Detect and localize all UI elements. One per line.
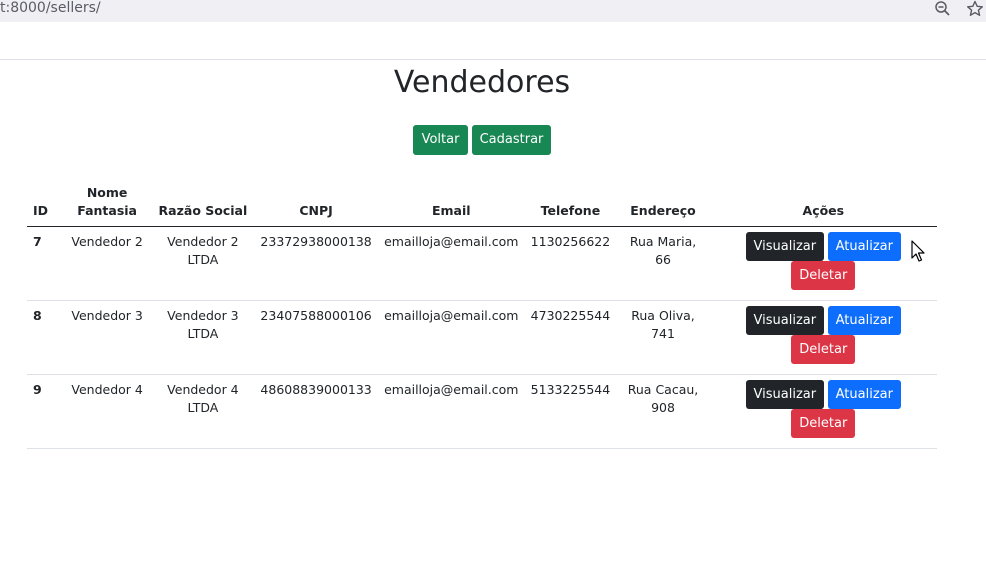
- cell-cnpj: 48608839000133: [254, 374, 379, 449]
- view-button[interactable]: Visualizar: [745, 380, 824, 409]
- cell-name: Vendedor 3: [62, 300, 152, 375]
- back-button[interactable]: Voltar: [413, 125, 468, 155]
- table-header-row: ID Nome Fantasia Razão Social CNPJ Email…: [27, 178, 937, 227]
- header-id: ID: [27, 178, 63, 227]
- delete-button[interactable]: Deletar: [791, 409, 856, 438]
- cell-id: 8: [27, 300, 63, 375]
- mouse-cursor-icon: [911, 240, 927, 264]
- update-button[interactable]: Atualizar: [827, 380, 901, 409]
- table-row: 7 Vendedor 2 Vendedor 2 LTDA 23372938000…: [27, 226, 937, 301]
- cell-razao: Vendedor 2 LTDA: [151, 226, 255, 301]
- cell-telefone: 5133225544: [524, 374, 617, 449]
- header-endereco: Endereço: [616, 178, 710, 227]
- cell-name: Vendedor 2: [62, 226, 152, 301]
- view-button[interactable]: Visualizar: [745, 232, 824, 261]
- url-text[interactable]: t:8000/sellers/: [0, 0, 101, 22]
- header-acoes: Ações: [709, 178, 937, 227]
- cell-razao: Vendedor 4 LTDA: [151, 374, 255, 449]
- cell-telefone: 1130256622: [524, 226, 617, 301]
- create-seller-button[interactable]: Cadastrar: [472, 125, 551, 155]
- star-icon[interactable]: [966, 0, 984, 18]
- update-button[interactable]: Atualizar: [827, 306, 901, 335]
- row-actions: Visualizar Atualizar Deletar: [716, 232, 931, 290]
- delete-button[interactable]: Deletar: [791, 261, 856, 290]
- page-title: Vendedores: [393, 65, 571, 100]
- top-button-group: Voltar Cadastrar: [0, 125, 964, 155]
- top-navbar: [0, 22, 986, 60]
- table-row: 8 Vendedor 3 Vendedor 3 LTDA 23407588000…: [27, 300, 937, 375]
- browser-url-bar[interactable]: t:8000/sellers/: [0, 0, 986, 22]
- cell-endereco: Rua Oliva, 741: [616, 300, 710, 375]
- table-row: 9 Vendedor 4 Vendedor 4 LTDA 48608839000…: [27, 374, 937, 449]
- cell-actions: Visualizar Atualizar Deletar: [709, 226, 937, 301]
- cell-email: emailloja@email.com: [378, 226, 525, 301]
- cell-cnpj: 23407588000106: [254, 300, 379, 375]
- cell-cnpj: 23372938000138: [254, 226, 379, 301]
- cell-actions: Visualizar Atualizar Deletar: [709, 374, 937, 449]
- cell-id: 9: [27, 374, 63, 449]
- row-actions: Visualizar Atualizar Deletar: [716, 380, 931, 438]
- cell-email: emailloja@email.com: [378, 374, 525, 449]
- cell-email: emailloja@email.com: [378, 300, 525, 375]
- view-button[interactable]: Visualizar: [745, 306, 824, 335]
- cell-endereco: Rua Maria, 66: [616, 226, 710, 301]
- header-telefone: Telefone: [524, 178, 617, 227]
- header-razao: Razão Social: [151, 178, 255, 227]
- cell-id: 7: [27, 226, 63, 301]
- header-email: Email: [378, 178, 525, 227]
- cell-actions: Visualizar Atualizar Deletar: [709, 300, 937, 375]
- row-actions: Visualizar Atualizar Deletar: [716, 306, 931, 364]
- zoom-out-icon[interactable]: [934, 0, 952, 18]
- cell-endereco: Rua Cacau, 908: [616, 374, 710, 449]
- header-cnpj: CNPJ: [254, 178, 379, 227]
- sellers-table: ID Nome Fantasia Razão Social CNPJ Email…: [27, 178, 937, 449]
- update-button[interactable]: Atualizar: [827, 232, 901, 261]
- header-name: Nome Fantasia: [62, 178, 152, 227]
- delete-button[interactable]: Deletar: [791, 335, 856, 364]
- cell-telefone: 4730225544: [524, 300, 617, 375]
- cell-razao: Vendedor 3 LTDA: [151, 300, 255, 375]
- cell-name: Vendedor 4: [62, 374, 152, 449]
